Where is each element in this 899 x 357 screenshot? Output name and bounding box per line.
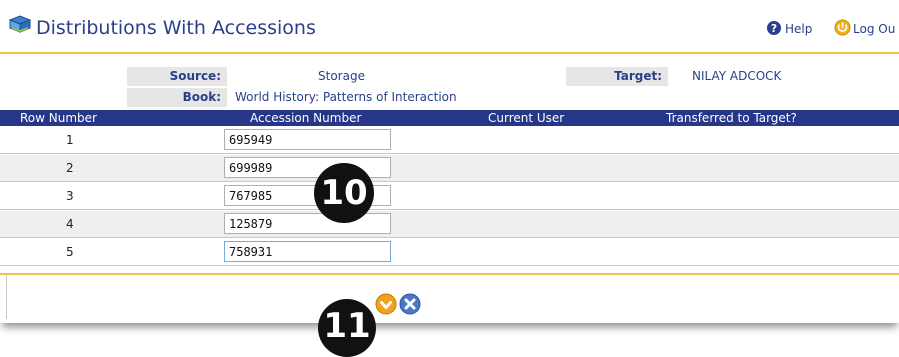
book-value: World History: Patterns of Interaction [235, 90, 457, 104]
close-icon [399, 293, 421, 315]
source-label: Source: [127, 67, 227, 86]
logout-icon[interactable] [834, 19, 851, 40]
source-value: Storage [318, 69, 365, 83]
help-link[interactable]: Help [785, 22, 812, 36]
column-row-number: Row Number [20, 111, 97, 125]
column-accession-number: Accession Number [250, 111, 362, 125]
table-row: 3 [0, 183, 899, 210]
column-transferred: Transferred to Target? [666, 111, 797, 125]
target-value: NILAY ADCOCK [692, 69, 782, 83]
column-current-user: Current User [488, 111, 565, 125]
svg-text:?: ? [771, 22, 777, 35]
step-callout-11: 11 [318, 299, 376, 357]
page-header: Distributions With Accessions ? Help Log… [0, 0, 899, 54]
accession-input[interactable] [224, 213, 391, 234]
footer-left-border [6, 275, 7, 319]
accession-input[interactable] [224, 129, 391, 150]
logout-link[interactable]: Log Ou [853, 22, 895, 36]
page-title: Distributions With Accessions [36, 17, 316, 39]
step-callout-10: 10 [314, 163, 374, 223]
footer-divider [0, 273, 899, 275]
book-label: Book: [127, 88, 227, 107]
cancel-button[interactable] [399, 293, 421, 319]
help-icon[interactable]: ? [766, 20, 782, 40]
down-arrow-icon [375, 293, 397, 315]
table-row: 2 [0, 155, 899, 182]
table-row: 4 [0, 211, 899, 238]
row-number: 3 [66, 189, 74, 203]
accession-input[interactable] [224, 241, 391, 262]
row-number: 5 [66, 245, 74, 259]
row-number: 2 [66, 161, 74, 175]
table-row: 1 [0, 127, 899, 154]
row-number: 4 [66, 217, 74, 231]
table-row: 5 [0, 239, 899, 266]
book-icon [8, 14, 32, 40]
submit-button[interactable] [375, 293, 397, 319]
target-label: Target: [566, 67, 668, 86]
row-number: 1 [66, 133, 74, 147]
distributions-panel: Distributions With Accessions ? Help Log… [0, 0, 899, 323]
table-header: Row Number Accession Number Current User… [0, 110, 899, 126]
